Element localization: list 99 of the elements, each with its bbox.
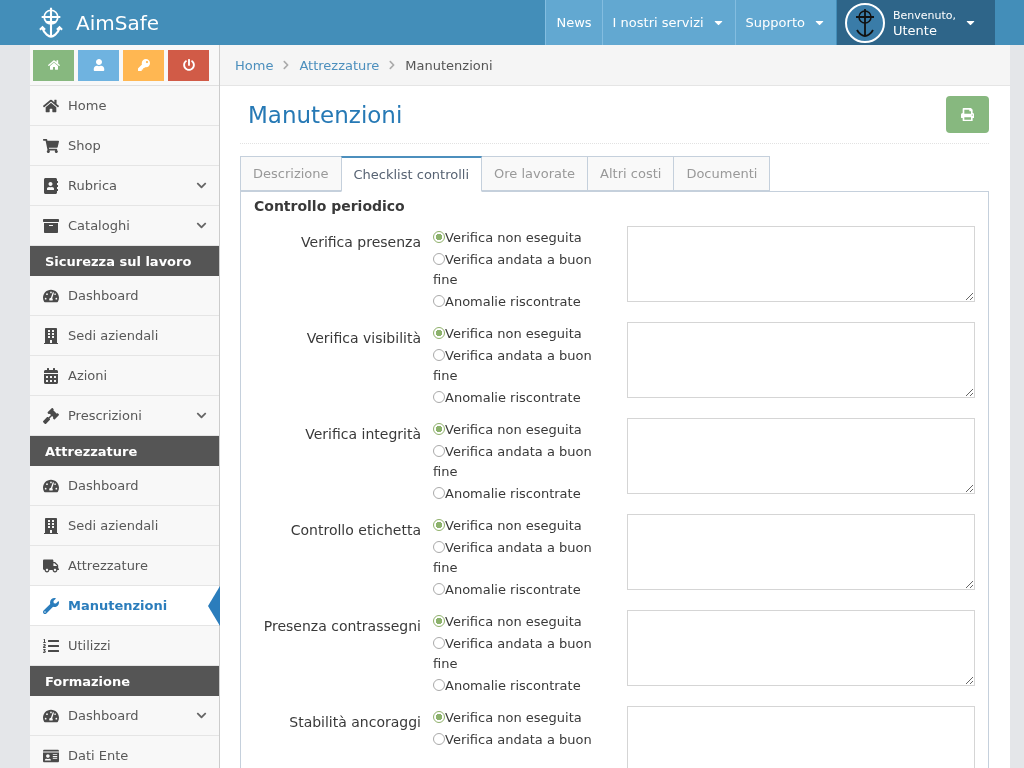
shortcut-button[interactable] <box>78 49 119 81</box>
radio-option[interactable]: Verifica andata a buon fine <box>433 440 603 482</box>
radio-option[interactable]: Anomalie riscontrate <box>433 482 603 504</box>
menu-icon <box>42 517 60 534</box>
notes-field[interactable] <box>627 322 975 398</box>
field-label: Verifica visibilità <box>305 329 421 348</box>
radio-button[interactable] <box>433 295 445 307</box>
menu-icon <box>42 177 60 194</box>
radio-button[interactable] <box>433 445 445 457</box>
menu-icon <box>42 367 60 384</box>
sidebar-section-header: Formazione <box>30 666 219 696</box>
radio-option[interactable]: Verifica non eseguita <box>433 418 603 440</box>
sidebar-item[interactable]: Manutenzioni <box>30 586 219 626</box>
radio-option[interactable]: Anomalie riscontrate <box>433 290 603 312</box>
radio-option[interactable]: Verifica andata a buon fine <box>433 248 603 290</box>
radio-button[interactable] <box>433 541 445 553</box>
radio-option[interactable]: Verifica non eseguita <box>433 322 603 344</box>
menu-icon <box>42 747 60 764</box>
sidebar-item-label: Azioni <box>68 368 109 383</box>
radio-button[interactable] <box>433 391 445 403</box>
field-label: Controllo etichetta <box>289 521 421 540</box>
sidebar-item-label: Rubrica <box>68 178 118 193</box>
radio-button[interactable] <box>433 349 445 361</box>
notes-field[interactable] <box>627 610 975 686</box>
radio-button[interactable] <box>433 231 445 243</box>
radio-option[interactable]: Anomalie riscontrate <box>433 386 603 408</box>
sidebar-item-label: Manutenzioni <box>68 598 169 613</box>
sidebar-section-header: Attrezzature <box>30 436 219 466</box>
menu-icon <box>42 557 60 574</box>
shortcut-icon <box>137 59 150 71</box>
radio-button[interactable] <box>433 679 445 691</box>
shortcut-button[interactable] <box>123 49 164 81</box>
menu-icon <box>42 97 60 114</box>
radio-button[interactable] <box>433 637 445 649</box>
menu-icon <box>42 637 60 654</box>
radio-button[interactable] <box>433 733 445 745</box>
radio-option[interactable]: Verifica non eseguita <box>433 706 603 728</box>
radio-button[interactable] <box>433 487 445 499</box>
field-label: Verifica integrità <box>304 425 421 444</box>
radio-option[interactable]: Verifica andata a buon fine <box>433 344 603 386</box>
radio-button[interactable] <box>433 615 445 627</box>
menu-icon <box>42 707 60 724</box>
menu-icon <box>42 137 60 154</box>
shortcut-icon <box>182 59 195 71</box>
brand-name: AimSafe <box>76 10 160 35</box>
field-label: Presenza contrassegni <box>262 617 421 636</box>
menu-icon <box>42 477 60 494</box>
radio-button[interactable] <box>433 327 445 339</box>
sidebar-item-label: Cataloghi <box>68 218 131 233</box>
notes-field[interactable] <box>627 706 975 768</box>
field-label: Verifica presenza <box>300 233 421 252</box>
notes-field[interactable] <box>627 418 975 494</box>
radio-option[interactable]: Verifica andata a buon fine <box>433 536 603 578</box>
radio-option[interactable]: Anomalie riscontrate <box>433 578 603 600</box>
tab[interactable]: Checklist controlli <box>340 156 483 192</box>
sidebar-item-label: Dati Ente <box>68 748 130 763</box>
radio-option[interactable]: Verifica non eseguita <box>433 514 603 536</box>
menu-icon <box>42 287 60 304</box>
print-button[interactable] <box>946 96 989 133</box>
radio-button[interactable] <box>433 711 445 723</box>
shortcut-button[interactable] <box>168 49 209 81</box>
sidebar-item-label: Utilizzi <box>68 638 112 653</box>
radio-option[interactable]: Verifica non eseguita <box>433 610 603 632</box>
notes-field[interactable] <box>627 226 975 302</box>
notes-field[interactable] <box>627 514 975 590</box>
radio-option[interactable]: Verifica non eseguita <box>433 226 603 248</box>
sidebar-item-label: Dashboard <box>68 288 140 303</box>
shortcut-icon <box>47 59 60 71</box>
radio-option[interactable]: Verifica andata a buon <box>433 728 603 750</box>
print-icon <box>960 107 975 122</box>
shortcut-icon <box>92 59 105 71</box>
page-title: Manutenzioni <box>248 101 403 128</box>
menu-icon <box>42 327 60 344</box>
radio-option[interactable]: Anomalie riscontrate <box>433 674 603 696</box>
radio-button[interactable] <box>433 583 445 595</box>
sidebar-item-label: Shop <box>68 138 102 153</box>
user-menu[interactable]: Benvenuto, Utente <box>836 0 995 45</box>
sidebar-section-header: Sicurezza sul lavoro <box>30 246 219 276</box>
sidebar-item-label: Sedi aziendali <box>68 328 160 343</box>
menu-icon <box>42 407 60 424</box>
radio-button[interactable] <box>433 423 445 435</box>
greeting-text: Benvenuto, <box>892 7 956 23</box>
radio-button[interactable] <box>433 519 445 531</box>
sidebar-item-label: Home <box>68 98 108 113</box>
radio-button[interactable] <box>433 253 445 265</box>
sidebar-item-label: Attrezzature <box>68 558 149 573</box>
shortcut-button[interactable] <box>33 49 74 81</box>
sidebar-item-label: Dashboard <box>68 708 140 723</box>
sidebar-item-label: Dashboard <box>68 478 140 493</box>
field-label: Stabilità ancoraggi <box>288 713 421 732</box>
radio-option[interactable]: Verifica andata a buon fine <box>433 632 603 674</box>
section-title: Controllo periodico <box>254 198 406 214</box>
breadcrumb-link[interactable]: Manutenzioni <box>405 57 493 73</box>
menu-icon <box>42 217 60 234</box>
user-name: Utente <box>892 22 938 38</box>
sidebar-item-label: Sedi aziendali <box>68 518 160 533</box>
sidebar-item-label: Prescrizioni <box>68 408 143 423</box>
menu-icon <box>42 597 60 614</box>
avatar-icon <box>844 2 885 43</box>
